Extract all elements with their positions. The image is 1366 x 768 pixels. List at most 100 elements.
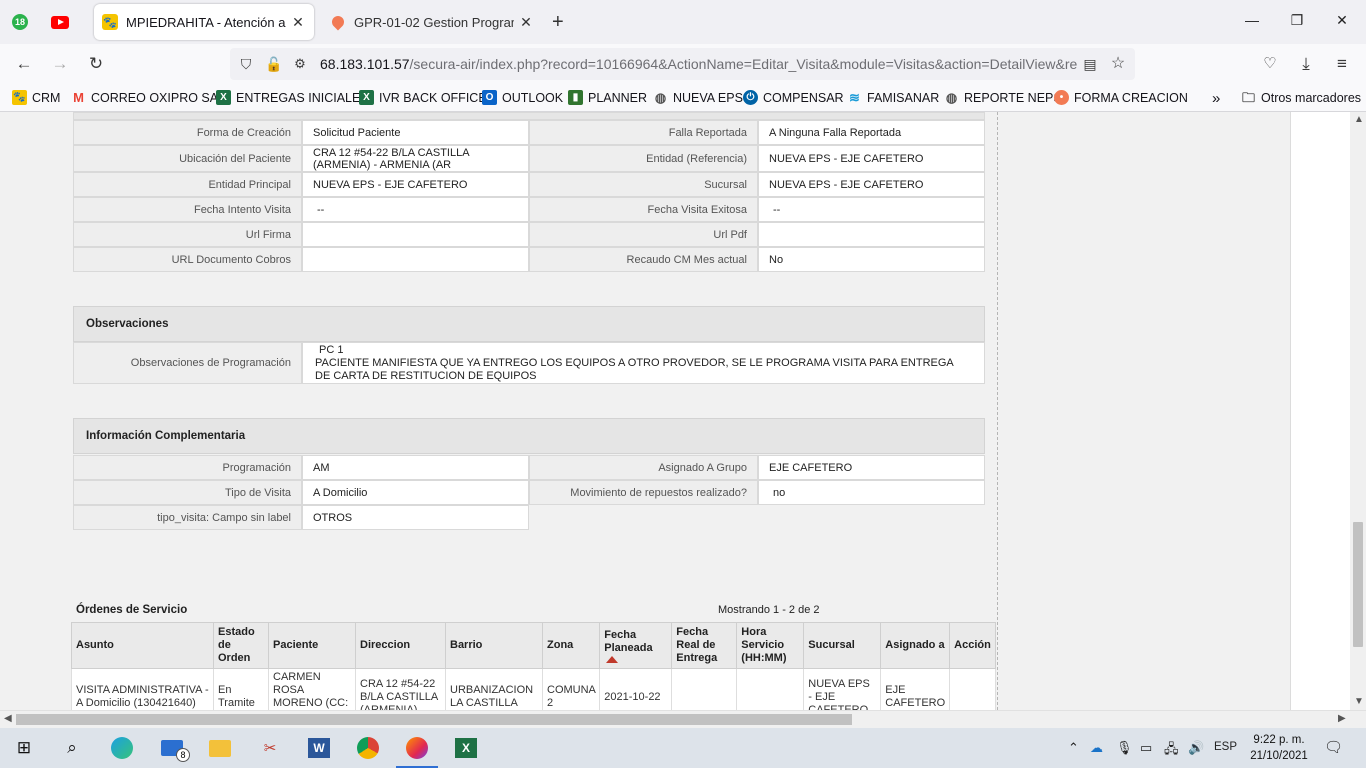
bookmark-outlook[interactable]: O OUTLOOK — [482, 90, 563, 105]
windows-start-icon[interactable]: ⊞ — [12, 736, 36, 760]
chrome-icon[interactable] — [356, 736, 380, 760]
bookmarks-overflow-button[interactable]: » — [1212, 90, 1220, 107]
permissions-icon[interactable]: ⚙ — [290, 54, 310, 74]
notification-badge: 18 — [12, 14, 28, 30]
bookmark-correo[interactable]: M CORREO OXIPRO SAS — [71, 90, 226, 105]
observation-line: PC 1 — [319, 343, 344, 356]
close-window-button[interactable]: ✕ — [1332, 12, 1352, 29]
minimize-button[interactable]: — — [1242, 12, 1262, 28]
mail-icon[interactable]: 8 — [160, 736, 190, 762]
back-arrow-icon[interactable]: ← — [14, 54, 34, 74]
detail-row: Programación AM Asignado A Grupo EJE CAF… — [73, 455, 985, 480]
map-pin-icon — [329, 13, 347, 31]
new-tab-button[interactable]: + — [552, 11, 564, 33]
language-indicator[interactable]: ESP — [1214, 741, 1237, 753]
menu-icon[interactable]: ≡ — [1332, 54, 1352, 74]
bookmark-reporte-neps[interactable]: ◍ REPORTE NEPS — [944, 90, 1062, 105]
restore-button[interactable]: ❐ — [1287, 12, 1307, 29]
microphone-icon[interactable]: 🎙 — [1116, 740, 1133, 756]
bookmark-ivr[interactable]: X IVR BACK OFFICE — [359, 90, 487, 105]
vertical-scrollbar[interactable]: ▲ ▼ — [1350, 112, 1366, 710]
column-header-paciente[interactable]: Paciente — [268, 622, 356, 669]
field-label: Observaciones de Programación — [73, 342, 302, 384]
horizontal-scroll-thumb[interactable] — [16, 714, 852, 725]
bookmark-planner[interactable]: ▮ PLANNER — [568, 90, 647, 105]
tab-title: GPR-01-02 Gestion Programació — [354, 14, 514, 30]
cell-asunto[interactable]: VISITA ADMINISTRATIVA - A Domicilio (130… — [71, 668, 214, 710]
reload-icon[interactable]: ↻ — [86, 54, 106, 74]
bookmark-crm[interactable]: 🐾 CRM — [12, 90, 60, 105]
field-value: PC 1 PACIENTE MANIFIESTA QUE YA ENTREGO … — [302, 342, 985, 384]
column-header-estado[interactable]: Estado de Orden — [213, 622, 269, 669]
other-bookmarks-folder[interactable]: 🗀 Otros marcadores — [1241, 90, 1361, 105]
field-label: Url Pdf — [529, 222, 758, 247]
column-header-barrio[interactable]: Barrio — [445, 622, 543, 669]
field-value: -- — [758, 197, 985, 222]
column-header-hora[interactable]: Hora Servicio (HH:MM) — [736, 622, 805, 669]
url-path: /secura-air/index.php?record=10166964&Ac… — [409, 56, 1078, 72]
show-hidden-icons-icon[interactable]: ⌃ — [1068, 740, 1079, 756]
column-header-asunto[interactable]: Asunto — [71, 622, 214, 669]
bookmark-entregas[interactable]: X ENTREGAS INICIALES — [216, 90, 369, 105]
table-row[interactable]: VISITA ADMINISTRATIVA - A Domicilio (130… — [71, 668, 996, 710]
column-header-asignado[interactable]: Asignado a — [880, 622, 951, 669]
excel-icon[interactable]: X — [454, 736, 478, 760]
cell-accion[interactable] — [949, 668, 996, 710]
battery-icon[interactable]: ▭ — [1140, 740, 1152, 756]
forward-arrow-icon[interactable]: → — [50, 54, 70, 74]
famisanar-icon: ≋ — [849, 90, 860, 105]
close-tab-icon[interactable]: ✕ — [518, 14, 534, 31]
download-icon[interactable]: ⤓ — [1296, 54, 1316, 74]
scroll-down-arrow-icon[interactable]: ▼ — [1354, 696, 1364, 707]
word-icon[interactable]: W — [307, 736, 331, 760]
folder-icon: 🗀 — [1241, 90, 1255, 105]
pinned-tab-youtube[interactable] — [48, 11, 72, 33]
volume-icon[interactable]: 🔊 — [1188, 740, 1204, 756]
column-header-direccion[interactable]: Direccion — [355, 622, 446, 669]
field-value: AM — [302, 455, 529, 480]
column-header-fecha-real[interactable]: Fecha Real de Entrega — [671, 622, 738, 669]
bookmark-famisanar[interactable]: ≋ FAMISANAR — [847, 90, 939, 105]
close-tab-icon[interactable]: ✕ — [290, 14, 306, 31]
insecure-lock-icon[interactable]: 🔓 — [264, 54, 284, 74]
bookmark-forma-creacion[interactable]: • FORMA CREACION — [1054, 90, 1188, 105]
field-value: no — [758, 480, 985, 505]
ordenes-table: Asunto Estado de Orden Paciente Direccio… — [71, 622, 996, 710]
system-clock[interactable]: 9:22 p. m. 21/10/2021 — [1248, 732, 1310, 764]
right-panel — [1290, 112, 1350, 710]
scroll-up-arrow-icon[interactable]: ▲ — [1354, 114, 1364, 125]
tab-strip: 18 🐾 MPIEDRAHITA - Atención al Usu ✕ GPR… — [0, 0, 1366, 44]
field-value: EJE CAFETERO — [758, 455, 985, 480]
firefox-icon[interactable] — [405, 736, 429, 760]
horizontal-scrollbar[interactable]: ◀ ▶ — [0, 710, 1366, 728]
snipping-tool-icon[interactable]: ✂ — [258, 736, 282, 760]
onedrive-icon[interactable]: ☁ — [1090, 740, 1103, 756]
edge-icon[interactable] — [110, 736, 134, 760]
file-explorer-icon[interactable] — [208, 736, 232, 760]
scroll-right-arrow-icon[interactable]: ▶ — [1338, 713, 1346, 724]
notifications-icon[interactable]: 🗨 — [1324, 738, 1343, 756]
network-icon[interactable]: 🖧 — [1164, 740, 1179, 762]
address-bar[interactable]: ⛉ 🔓 ⚙ 68.183.101.57/secura-air/index.php… — [230, 48, 1135, 80]
ordenes-title: Órdenes de Servicio — [76, 604, 188, 616]
vertical-scroll-thumb[interactable] — [1353, 522, 1363, 647]
bookmark-nueva-eps[interactable]: ◍ NUEVA EPS — [653, 90, 743, 105]
column-header-zona[interactable]: Zona — [541, 622, 601, 669]
pinned-tab-whatsapp[interactable]: 18 — [8, 11, 32, 33]
pocket-icon[interactable]: ♡ — [1260, 54, 1280, 74]
star-icon[interactable]: ☆ — [1108, 54, 1128, 74]
detail-row: Ubicación del Paciente CRA 12 #54-22 B/L… — [73, 145, 985, 172]
url-text[interactable]: 68.183.101.57/secura-air/index.php?recor… — [320, 56, 1080, 72]
scroll-left-arrow-icon[interactable]: ◀ — [4, 713, 12, 724]
field-label: Ubicación del Paciente — [73, 145, 302, 172]
bookmark-compensar[interactable]: ⏻ COMPENSAR — [743, 90, 844, 105]
search-icon[interactable]: ⌕ — [60, 736, 84, 760]
tab-mpiedrahita[interactable]: 🐾 MPIEDRAHITA - Atención al Usu ✕ — [94, 4, 314, 40]
column-header-fecha-planeada[interactable]: Fecha Planeada — [599, 622, 673, 669]
paw-icon: 🐾 — [12, 90, 27, 105]
reader-view-icon[interactable]: ▤ — [1080, 54, 1100, 74]
column-header-sucursal[interactable]: Sucursal — [803, 622, 882, 669]
shield-icon[interactable]: ⛉ — [236, 54, 256, 74]
tab-gpr-gestion[interactable]: GPR-01-02 Gestion Programació ✕ — [322, 4, 542, 40]
field-label: Recaudo CM Mes actual — [529, 247, 758, 272]
